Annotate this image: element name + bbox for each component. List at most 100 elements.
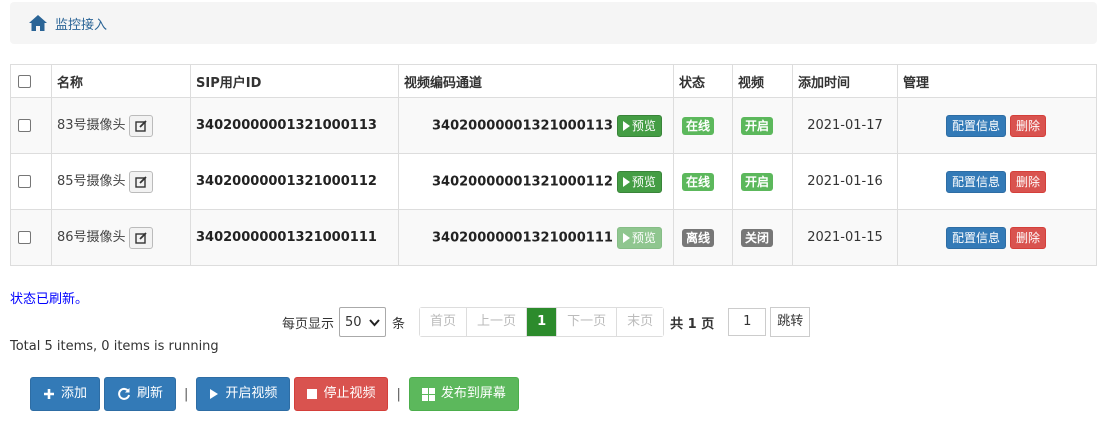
header-manage: 管理 xyxy=(897,64,1097,98)
video-badge: 开启 xyxy=(741,116,774,135)
per-page-select[interactable]: 50 xyxy=(339,307,387,337)
grid-icon xyxy=(421,387,435,401)
status-badge: 在线 xyxy=(682,172,715,191)
table-header-row: 名称 SIP用户ID 视频编码通道 状态 视频 添加时间 管理 xyxy=(10,64,1097,98)
play-icon xyxy=(622,232,630,243)
select-all-cell xyxy=(10,64,52,98)
stop-video-button[interactable]: 停止视频 xyxy=(294,377,389,411)
edit-icon xyxy=(134,120,147,132)
preview-button[interactable]: 预览 xyxy=(616,114,662,137)
video-cell: 开启 xyxy=(732,153,793,210)
breadcrumb-link[interactable]: 监控接入 xyxy=(55,14,107,33)
page-links: 首页 上一页 1 下一页 末页 xyxy=(419,307,665,337)
page-first[interactable]: 首页 xyxy=(420,308,468,336)
play-icon xyxy=(622,120,630,131)
row-checkbox[interactable] xyxy=(18,231,31,244)
toolbar-separator: | xyxy=(184,386,189,402)
status-badge: 在线 xyxy=(682,116,715,135)
jump-page-input[interactable]: 1 xyxy=(728,308,767,336)
edit-name-button[interactable] xyxy=(128,114,153,137)
play-icon xyxy=(622,176,630,187)
video-cell: 开启 xyxy=(732,97,793,154)
publish-button[interactable]: 发布到屏幕 xyxy=(408,377,519,411)
device-name: 83号摄像头 xyxy=(57,118,126,134)
refresh-button[interactable]: 刷新 xyxy=(104,377,177,411)
page-next[interactable]: 下一页 xyxy=(557,308,618,336)
name-cell: 85号摄像头 xyxy=(51,153,191,210)
manage-cell: 配置信息 删除 xyxy=(897,209,1097,266)
plus-icon xyxy=(43,388,55,400)
header-status: 状态 xyxy=(673,64,733,98)
preview-button[interactable]: 预览 xyxy=(616,226,662,249)
status-cell: 离线 xyxy=(673,209,733,266)
device-name: 85号摄像头 xyxy=(57,174,126,190)
stop-icon xyxy=(307,389,318,399)
device-table: 名称 SIP用户ID 视频编码通道 状态 视频 添加时间 管理 83号摄像头 3… xyxy=(10,64,1097,266)
total-info: Total 5 items, 0 items is running xyxy=(10,339,219,354)
sip-cell: 34020000001321000112 xyxy=(190,153,399,210)
header-date: 添加时间 xyxy=(792,64,898,98)
preview-label: 预览 xyxy=(631,230,656,245)
manage-cell: 配置信息 删除 xyxy=(897,153,1097,210)
edit-name-button[interactable] xyxy=(128,226,153,249)
per-page-value: 50 xyxy=(345,314,362,330)
per-page-unit: 条 xyxy=(392,316,406,332)
toolbar-separator: | xyxy=(396,386,401,402)
delete-button[interactable]: 删除 xyxy=(1010,226,1047,249)
stop-video-label: 停止视频 xyxy=(323,386,376,401)
device-name: 86号摄像头 xyxy=(57,230,126,246)
total-pages: 共 1 页 xyxy=(670,316,715,332)
sip-id: 34020000001321000113 xyxy=(196,118,377,133)
add-label: 添加 xyxy=(61,386,88,401)
row-check-cell xyxy=(10,153,52,210)
jump-button[interactable]: 跳转 xyxy=(770,307,811,337)
config-button[interactable]: 配置信息 xyxy=(946,226,1007,249)
date-cell: 2021-01-16 xyxy=(792,153,898,210)
delete-button[interactable]: 删除 xyxy=(1010,114,1047,137)
encoder-cell: 34020000001321000111 预览 xyxy=(398,209,674,266)
row-checkbox[interactable] xyxy=(18,175,31,188)
edit-icon xyxy=(134,232,147,244)
chevron-down-icon xyxy=(369,319,380,327)
row-check-cell xyxy=(10,97,52,154)
encoder-channel: 34020000001321000111 xyxy=(432,230,613,245)
status-cell: 在线 xyxy=(673,153,733,210)
play-icon xyxy=(209,388,219,400)
date-cell: 2021-01-17 xyxy=(792,97,898,154)
name-cell: 86号摄像头 xyxy=(51,209,191,266)
encoder-cell: 34020000001321000112 预览 xyxy=(398,153,674,210)
header-video: 视频 xyxy=(732,64,793,98)
add-button[interactable]: 添加 xyxy=(30,377,101,411)
start-video-button[interactable]: 开启视频 xyxy=(196,377,291,411)
status-cell: 在线 xyxy=(673,97,733,154)
encoder-cell: 34020000001321000113 预览 xyxy=(398,97,674,154)
start-video-label: 开启视频 xyxy=(225,386,278,401)
video-badge: 关闭 xyxy=(741,228,774,247)
page-prev[interactable]: 上一页 xyxy=(467,308,528,336)
breadcrumb: 监控接入 xyxy=(10,2,1097,44)
page-current[interactable]: 1 xyxy=(527,308,558,336)
config-button[interactable]: 配置信息 xyxy=(946,114,1007,137)
preview-button[interactable]: 预览 xyxy=(616,170,662,193)
row-checkbox[interactable] xyxy=(18,119,31,132)
preview-label: 预览 xyxy=(631,174,656,189)
select-all-checkbox[interactable] xyxy=(18,74,31,88)
per-page-label: 每页显示 xyxy=(282,316,335,332)
name-cell: 83号摄像头 xyxy=(51,97,191,154)
row-check-cell xyxy=(10,209,52,266)
date-cell: 2021-01-15 xyxy=(792,209,898,266)
sip-cell: 34020000001321000113 xyxy=(190,97,399,154)
page-last[interactable]: 末页 xyxy=(617,308,664,336)
sip-cell: 34020000001321000111 xyxy=(190,209,399,266)
delete-button[interactable]: 删除 xyxy=(1010,170,1047,193)
header-sip: SIP用户ID xyxy=(190,64,399,98)
manage-cell: 配置信息 删除 xyxy=(897,97,1097,154)
preview-label: 预览 xyxy=(631,118,656,133)
config-button[interactable]: 配置信息 xyxy=(946,170,1007,193)
sip-id: 34020000001321000111 xyxy=(196,230,377,245)
status-message: 状态已刷新。 xyxy=(10,292,89,307)
home-icon[interactable] xyxy=(28,13,48,33)
video-cell: 关闭 xyxy=(732,209,793,266)
encoder-channel: 34020000001321000112 xyxy=(432,174,613,189)
edit-name-button[interactable] xyxy=(128,170,153,193)
